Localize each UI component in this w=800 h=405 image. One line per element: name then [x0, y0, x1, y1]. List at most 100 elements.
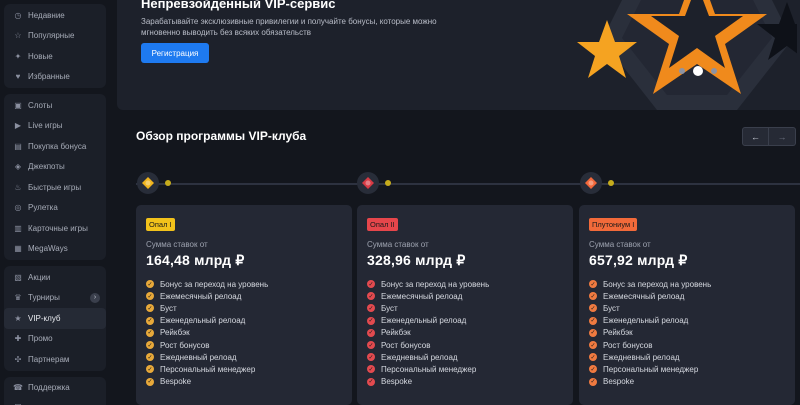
- sidebar-item-label: Партнерам: [28, 354, 70, 364]
- perk-label: Бонус за переход на уровень: [381, 279, 490, 289]
- perk-item: ✓ Рост бонусов: [367, 339, 563, 351]
- sidebar-group: ☎ Поддержка ⛉Безопасность: [4, 376, 106, 405]
- sidebar-item[interactable]: ▣ Слоты: [4, 95, 106, 116]
- check-icon: ✓: [146, 280, 154, 289]
- prev-button[interactable]: ←: [742, 127, 769, 146]
- sidebar-item[interactable]: ⛉Безопасность: [4, 398, 106, 405]
- level-badge: Плутониум I: [589, 218, 638, 231]
- check-icon: ✓: [589, 316, 597, 325]
- sidebar-group: ◷ Недавние ☆ Популярные ✦ Новые ♥ Избранные: [4, 4, 106, 88]
- perk-label: Bespoke: [603, 377, 635, 387]
- clock-icon: ◷: [14, 10, 22, 20]
- partners-icon: ✣: [14, 354, 22, 364]
- perk-item: ✓ Бонус за переход на уровень: [589, 278, 785, 290]
- sidebar-item[interactable]: ✚ Промо: [4, 329, 106, 350]
- perk-item: ✓ Еженедельный релоад: [367, 315, 563, 327]
- sidebar-item[interactable]: ▦ MegaWays: [4, 239, 106, 260]
- sidebar-item-label: Карточные игры: [28, 223, 88, 233]
- sidebar-item-label: MegaWays: [28, 244, 68, 254]
- promo-icon: ▧: [14, 272, 22, 282]
- sidebar-item[interactable]: ♛ Турниры ›: [4, 288, 106, 309]
- sidebar-item[interactable]: ✦ Новые: [4, 46, 106, 67]
- card-amount: 164,48 млрд ₽: [146, 252, 245, 268]
- sidebar-item-label: Джекпоты: [28, 162, 65, 172]
- check-icon: ✓: [367, 365, 375, 374]
- sidebar-item-label: Поддержка: [28, 383, 70, 393]
- perk-item: ✓ Еженедельный релоад: [146, 315, 342, 327]
- sidebar-item[interactable]: ◎ Рулетка: [4, 198, 106, 219]
- perk-list: ✓ Бонус за переход на уровень ✓ Ежемесячный…: [367, 278, 563, 388]
- level-timeline: [136, 183, 800, 185]
- check-icon: ✓: [367, 316, 375, 325]
- check-icon: ✓: [589, 280, 597, 289]
- sidebar-item-label: Избранные: [28, 72, 70, 82]
- carousel-nav: ← →: [742, 127, 796, 146]
- check-icon: ✓: [367, 377, 375, 386]
- perk-item: ✓ Персональный менеджер: [367, 363, 563, 375]
- card-amount: 657,92 млрд ₽: [589, 252, 688, 268]
- perk-item: ✓ Буст: [146, 302, 342, 314]
- star-icon: ★: [14, 313, 22, 323]
- perk-item: ✓ Ежедневный релоад: [589, 351, 785, 363]
- sidebar-item[interactable]: ▤ Покупка бонуса: [4, 136, 106, 157]
- perk-label: Bespoke: [381, 377, 413, 387]
- perk-label: Bespoke: [160, 377, 192, 387]
- sidebar-item[interactable]: ♨ Быстрые игры: [4, 177, 106, 198]
- vip-level-card: Плутониум I Сумма ставок от 657,92 млрд …: [579, 205, 795, 405]
- level-gem-icon: [580, 172, 602, 194]
- sidebar-item[interactable]: ☆ Популярные: [4, 26, 106, 47]
- jackpot-icon: ◈: [14, 162, 22, 172]
- sidebar-item[interactable]: ▥ Карточные игры: [4, 218, 106, 239]
- perk-item: ✓ Ежедневный релоад: [146, 351, 342, 363]
- sidebar-item[interactable]: ✣ Партнерам: [4, 349, 106, 370]
- perk-item: ✓ Бонус за переход на уровень: [146, 278, 342, 290]
- sidebar-item[interactable]: ▧ Акции: [4, 267, 106, 288]
- check-icon: ✓: [146, 304, 154, 313]
- register-button[interactable]: Регистрация: [141, 43, 209, 63]
- perk-item: ✓ Персональный менеджер: [146, 363, 342, 375]
- card-amount: 328,96 млрд ₽: [367, 252, 466, 268]
- support-icon: ☎: [13, 383, 23, 393]
- perk-label: Персональный менеджер: [603, 364, 699, 374]
- card-subtitle: Сумма ставок от: [367, 240, 429, 249]
- gift-icon: ✚: [14, 334, 22, 344]
- check-icon: ✓: [146, 328, 154, 337]
- sidebar-item-label: Недавние: [28, 10, 65, 20]
- sidebar-item[interactable]: ♥ Избранные: [4, 67, 106, 88]
- level-badge: Опал I: [146, 218, 175, 231]
- sidebar-item-label: Популярные: [28, 31, 75, 41]
- sidebar-item[interactable]: ☎ Поддержка: [4, 378, 106, 399]
- timeline-dot: [608, 180, 614, 186]
- perk-label: Рост бонусов: [603, 340, 653, 350]
- sidebar-item-label: Слоты: [28, 100, 53, 110]
- sidebar-item[interactable]: ◈ Джекпоты: [4, 157, 106, 178]
- perk-item: ✓ Рейкбэк: [589, 327, 785, 339]
- sidebar-item[interactable]: ▶ Live игры: [4, 116, 106, 137]
- perk-label: Рейкбэк: [603, 328, 633, 338]
- perk-label: Буст: [160, 303, 177, 313]
- sidebar-item[interactable]: ◷ Недавние: [4, 5, 106, 26]
- perk-label: Буст: [381, 303, 398, 313]
- perk-label: Еженедельный релоад: [160, 316, 246, 326]
- perk-label: Рост бонусов: [160, 340, 210, 350]
- check-icon: ✓: [589, 377, 597, 386]
- next-button[interactable]: →: [769, 127, 796, 146]
- check-icon: ✓: [367, 328, 375, 337]
- perk-item: ✓ Bespoke: [146, 376, 342, 388]
- check-icon: ✓: [589, 292, 597, 301]
- perk-item: ✓ Рост бонусов: [589, 339, 785, 351]
- card-subtitle: Сумма ставок от: [146, 240, 208, 249]
- vip-level-card: Опал II Сумма ставок от 328,96 млрд ₽ ✓ Б…: [357, 205, 573, 405]
- check-icon: ✓: [146, 316, 154, 325]
- live-icon: ▶: [14, 121, 22, 131]
- check-icon: ✓: [367, 292, 375, 301]
- check-icon: ✓: [367, 304, 375, 313]
- heart-icon: ♥: [15, 72, 21, 82]
- perk-label: Ежедневный релоад: [603, 352, 680, 362]
- check-icon: ✓: [146, 353, 154, 362]
- expand-chevron-icon[interactable]: ›: [90, 292, 100, 303]
- sidebar-item[interactable]: ★ VIP-клуб: [4, 308, 106, 329]
- perk-label: Персональный менеджер: [381, 364, 477, 374]
- sidebar-item-label: Промо: [28, 334, 53, 344]
- banner-description: Зарабатывайте эксклюзивные привилегии и …: [141, 17, 437, 37]
